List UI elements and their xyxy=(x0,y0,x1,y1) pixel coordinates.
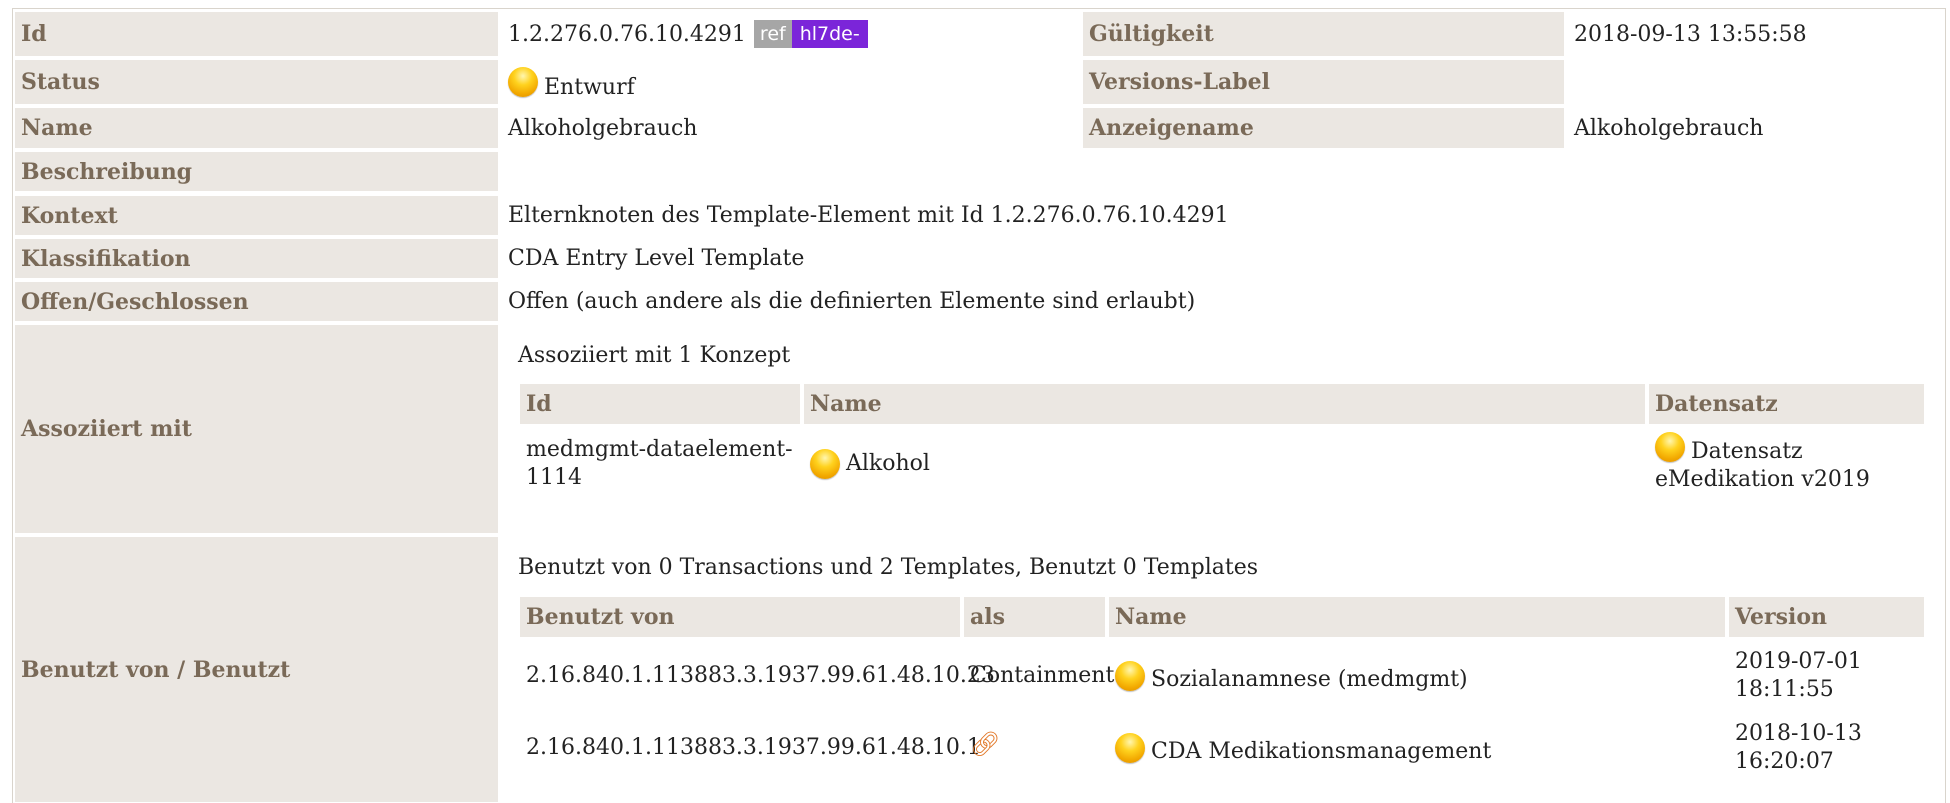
template-id: 1.2.276.0.76.10.4291 xyxy=(508,21,746,47)
template-status-icon xyxy=(1115,733,1145,763)
value-id: 1.2.276.0.76.10.4291 ref hl7de- xyxy=(498,12,1083,56)
benutzt-name[interactable]: Sozialanamnese (medmgmt) xyxy=(1109,648,1725,704)
assoziiert-header-id: Id xyxy=(520,384,800,424)
value-versions-label xyxy=(1564,60,1944,104)
benutzt-header-als: als xyxy=(964,597,1105,637)
link-icon[interactable]: 🔗︎ xyxy=(970,730,1000,758)
benutzt-header-version: Version xyxy=(1729,597,1924,637)
benutzt-oid[interactable]: 2.16.840.1.113883.3.1937.99.61.48.10.23 xyxy=(520,648,995,704)
assoziiert-datensatz[interactable]: Datensatz eMedikation v2019 xyxy=(1649,432,1889,504)
ref-badge[interactable]: ref xyxy=(753,20,792,48)
concept-status-icon xyxy=(810,449,840,479)
benutzt-als: Containment xyxy=(970,663,1115,688)
label-assoziiert-mit: Assoziiert mit xyxy=(15,325,498,533)
value-gueltigkeit: 2018-09-13 13:55:58 xyxy=(1574,21,1807,47)
label-versions-label: Versions-Label xyxy=(1083,60,1564,104)
template-status-icon xyxy=(1115,661,1145,691)
value-kontext: Elternknoten des Template-Element mit Id… xyxy=(508,203,1229,228)
value-status: Entwurf xyxy=(498,60,1083,104)
status-draft-icon xyxy=(508,67,538,97)
datensatz-status-icon xyxy=(1655,432,1685,462)
assoziiert-header-datensatz: Datensatz xyxy=(1649,384,1924,424)
assoziiert-summary: Assoziiert mit 1 Konzept xyxy=(518,343,791,368)
benutzt-header-benutzt-von: Benutzt von xyxy=(520,597,960,637)
label-id: Id xyxy=(15,12,498,56)
assoziiert-concept-name[interactable]: Alkohol xyxy=(804,432,1645,496)
value-klassifikation: CDA Entry Level Template xyxy=(508,246,805,271)
benutzt-version: 2018-10-13 16:20:07 xyxy=(1735,721,1862,774)
benutzt-header-name: Name xyxy=(1109,597,1725,637)
value-offen-geschlossen: Offen (auch andere als die definierten E… xyxy=(508,289,1196,314)
template-name-text: CDA Medikationsmanagement xyxy=(1151,739,1492,764)
status-text: Entwurf xyxy=(544,74,635,100)
label-name: Name xyxy=(15,108,498,148)
benutzt-name[interactable]: CDA Medikationsmanagement xyxy=(1109,720,1725,776)
label-anzeigename: Anzeigename xyxy=(1083,108,1564,148)
benutzt-oid[interactable]: 2.16.840.1.113883.3.1937.99.61.48.10.1 xyxy=(520,720,981,776)
benutzt-version: 2019-07-01 18:11:55 xyxy=(1735,649,1862,702)
prefix-badge[interactable]: hl7de- xyxy=(791,20,868,48)
assoziiert-header-name: Name xyxy=(804,384,1645,424)
label-klassifikation: Klassifikation xyxy=(15,239,498,278)
label-kontext: Kontext xyxy=(15,196,498,235)
value-beschreibung xyxy=(498,152,1944,191)
label-beschreibung: Beschreibung xyxy=(15,152,498,191)
label-benutzt-von: Benutzt von / Benutzt xyxy=(15,537,498,802)
concept-name-text: Alkohol xyxy=(846,451,930,476)
template-name-text: Sozialanamnese (medmgmt) xyxy=(1151,667,1468,692)
value-name: Alkoholgebrauch xyxy=(508,115,698,141)
datensatz-text: Datensatz eMedikation v2019 xyxy=(1655,439,1870,492)
label-status: Status xyxy=(15,60,498,104)
assoziiert-concept-id[interactable]: medmgmt-dataelement-1114 xyxy=(520,432,800,496)
value-anzeigename: Alkoholgebrauch xyxy=(1574,115,1764,141)
label-gueltigkeit: Gültigkeit xyxy=(1083,12,1564,56)
benutzt-als[interactable]: 🔗︎ xyxy=(964,716,1105,772)
label-offen-geschlossen: Offen/Geschlossen xyxy=(15,282,498,321)
benutzt-summary: Benutzt von 0 Transactions und 2 Templat… xyxy=(518,555,1259,580)
